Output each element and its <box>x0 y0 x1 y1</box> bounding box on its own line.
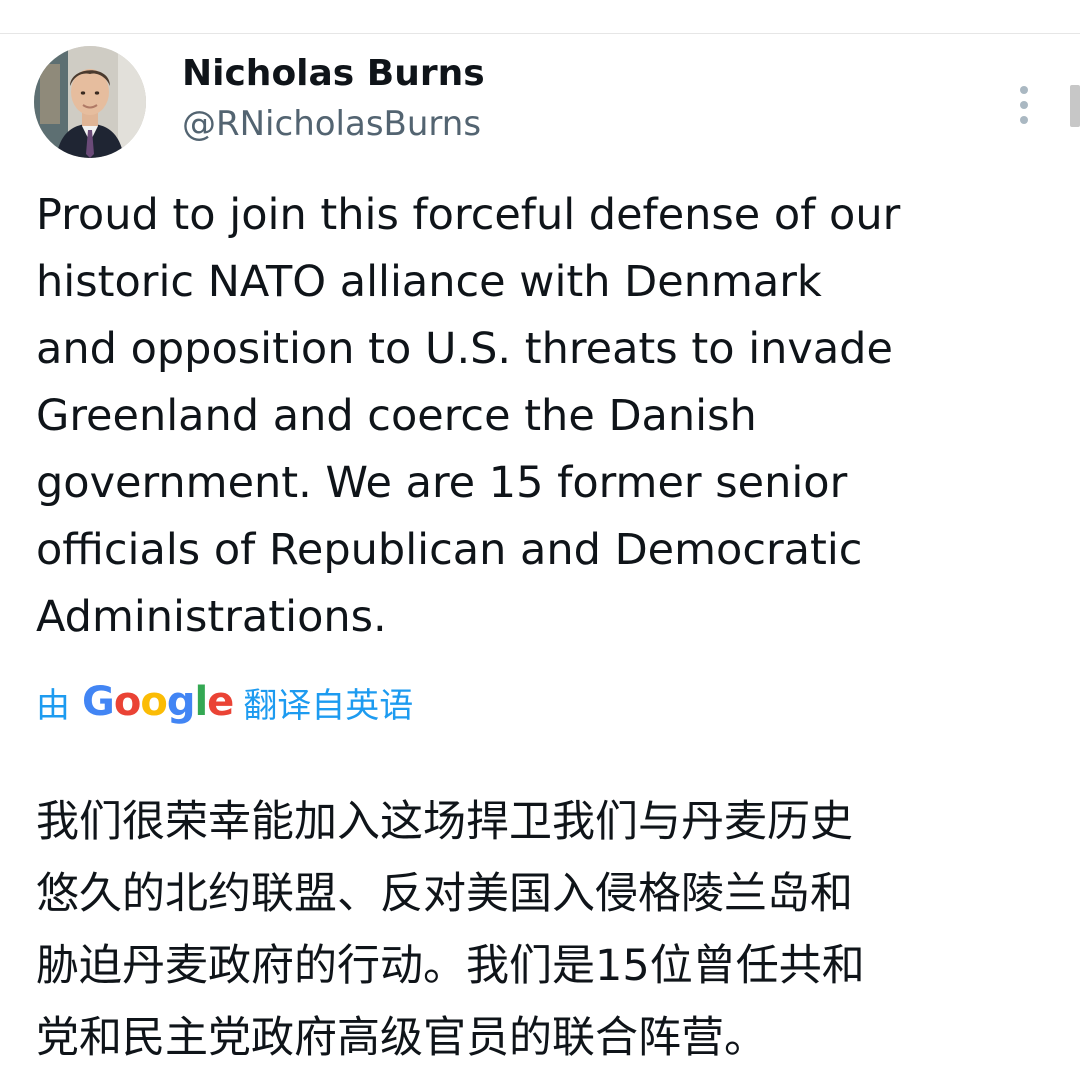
translated-text-line: 胁迫丹麦政府的行动。我们是15位曾任共和 <box>36 941 865 991</box>
tweet-text-line: historic NATO alliance with Denmark <box>36 257 822 307</box>
tweet-text-line: officials of Republican and Democratic <box>36 525 863 575</box>
tweet-header: Nicholas Burns @RNicholasBurns <box>34 46 1034 166</box>
author-handle[interactable]: @RNicholasBurns <box>182 100 485 148</box>
google-logo-letter: o <box>140 679 168 725</box>
tweet-text-line: Greenland and coerce the Danish <box>36 391 757 441</box>
google-logo-letter: o <box>113 679 142 725</box>
tweet-text-line: Proud to join this forceful defense of o… <box>36 190 901 240</box>
tweet-text-line: Administrations. <box>36 592 387 642</box>
translated-text-line: 悠久的北约联盟、反对美国入侵格陵兰岛和 <box>36 869 853 919</box>
google-logo-letter: e <box>207 679 234 725</box>
more-options-button[interactable] <box>1004 82 1044 128</box>
avatar[interactable] <box>34 46 146 158</box>
translated-text-line: 我们很荣幸能加入这场捍卫我们与丹麦历史 <box>36 797 853 847</box>
google-logo: Google <box>82 679 234 725</box>
google-logo-letter: g <box>166 679 196 725</box>
google-logo-letter: G <box>82 679 115 725</box>
translate-prefix: 由 <box>36 685 70 726</box>
google-logo-letter: l <box>194 679 208 725</box>
translated-tweet-text: 我们很荣幸能加入这场捍卫我们与丹麦历史 悠久的北约联盟、反对美国入侵格陵兰岛和 … <box>36 786 1046 1074</box>
translated-text-line: 党和民主党政府高级官员的联合阵营。 <box>36 1013 767 1063</box>
more-vertical-icon-dot <box>1020 116 1028 124</box>
tweet-text: Proud to join this forceful defense of o… <box>36 182 1036 651</box>
more-vertical-icon-dot <box>1020 101 1028 109</box>
tweet-text-line: and opposition to U.S. threats to invade <box>36 324 893 374</box>
translate-suffix: 翻译自英语 <box>243 685 414 726</box>
tweet-card: Nicholas Burns @RNicholasBurns Proud to … <box>0 34 1080 1080</box>
tweet-text-line: government. We are 15 former senior <box>36 458 848 508</box>
author-display-name[interactable]: Nicholas Burns <box>182 50 485 98</box>
translated-by-google-link[interactable]: 由 Google 翻译自英语 <box>36 675 413 729</box>
author-names: Nicholas Burns @RNicholasBurns <box>182 50 485 148</box>
more-vertical-icon <box>1020 86 1028 94</box>
